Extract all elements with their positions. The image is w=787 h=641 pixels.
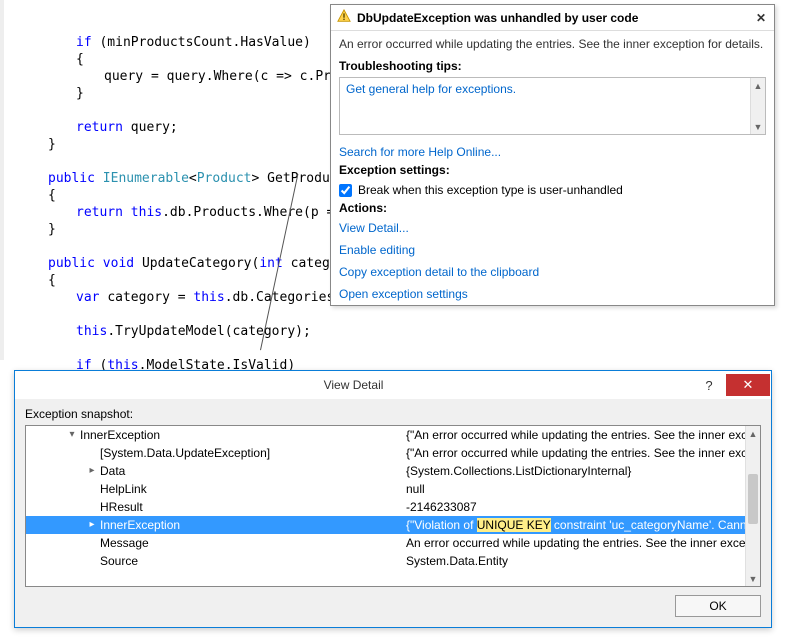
code-line[interactable]: this.TryUpdateModel(category); <box>8 323 787 340</box>
exception-title: DbUpdateException was unhandled by user … <box>357 11 748 25</box>
open-exception-settings-link[interactable]: Open exception settings <box>331 283 774 305</box>
tree-key: [System.Data.UpdateException] <box>100 444 270 462</box>
dialog-close-button[interactable]: ✕ <box>726 374 770 396</box>
tree-value: System.Data.Entity <box>406 552 745 570</box>
expander-icon[interactable]: ▸ <box>86 516 98 534</box>
tree-row-selected[interactable]: ▸InnerException {"Violation of UNIQUE KEY… <box>26 516 745 534</box>
tree-value: {"An error occurred while updating the e… <box>406 426 745 444</box>
exception-popup-header: DbUpdateException was unhandled by user … <box>331 5 774 31</box>
tree-row[interactable]: Source System.Data.Entity <box>26 552 745 570</box>
scroll-down-icon[interactable]: ▼ <box>746 571 760 586</box>
close-icon[interactable]: ✕ <box>754 11 768 25</box>
actions-block: View Detail... Enable editing Copy excep… <box>331 217 774 305</box>
exception-popup: DbUpdateException was unhandled by user … <box>330 4 775 306</box>
tips-link[interactable]: Get general help for exceptions. <box>340 78 522 100</box>
tree-value: {"Violation of UNIQUE KEY constraint 'uc… <box>406 516 745 534</box>
tree-value: {System.Collections.ListDictionaryIntern… <box>406 462 745 480</box>
exception-tree[interactable]: ▾InnerException{"An error occurred while… <box>25 425 761 587</box>
tree-row[interactable]: [System.Data.UpdateException] {"An error … <box>26 444 745 462</box>
code-line[interactable] <box>8 306 787 323</box>
highlighted-token: UNIQUE KEY <box>477 518 551 532</box>
dialog-titlebar[interactable]: View Detail ? ✕ <box>15 371 771 399</box>
troubleshooting-label: Troubleshooting tips: <box>331 59 774 75</box>
enable-editing-link[interactable]: Enable editing <box>331 239 774 261</box>
tree-key: HelpLink <box>100 480 147 498</box>
exception-setting-row: Break when this exception type is user-u… <box>331 179 774 201</box>
dialog-body: Exception snapshot: ▾InnerException{"An … <box>15 399 771 627</box>
tree-key: InnerException <box>80 426 160 444</box>
tips-scrollbar[interactable]: ▲ ▼ <box>750 78 765 134</box>
exception-settings-label: Exception settings: <box>331 163 774 179</box>
exception-message: An error occurred while updating the ent… <box>331 31 774 59</box>
snapshot-label: Exception snapshot: <box>25 407 761 421</box>
tree-row[interactable]: ▾InnerException {"An error occurred while… <box>26 426 745 444</box>
help-icon[interactable]: ? <box>692 374 726 396</box>
warning-icon <box>337 9 351 26</box>
tree-row[interactable]: Message An error occurred while updating … <box>26 534 745 552</box>
ok-button[interactable]: OK <box>675 595 761 617</box>
view-detail-dialog: View Detail ? ✕ Exception snapshot: ▾Inn… <box>14 370 772 628</box>
tree-key: Source <box>100 552 138 570</box>
code-margin <box>0 0 4 360</box>
expander-icon[interactable]: ▸ <box>86 462 98 480</box>
code-line[interactable] <box>8 340 787 357</box>
dialog-title: View Detail <box>15 378 692 392</box>
troubleshooting-tips-box: Get general help for exceptions. ▲ ▼ <box>339 77 766 135</box>
tree-value: {"An error occurred while updating the e… <box>406 444 745 462</box>
tree-key: Message <box>100 534 149 552</box>
tree-key: Data <box>100 462 125 480</box>
scroll-up-icon[interactable]: ▲ <box>746 426 760 441</box>
break-unhandled-label: Break when this exception type is user-u… <box>358 183 623 197</box>
view-detail-link[interactable]: View Detail... <box>331 217 774 239</box>
copy-exception-link[interactable]: Copy exception detail to the clipboard <box>331 261 774 283</box>
search-help-online-link[interactable]: Search for more Help Online... <box>331 141 774 163</box>
tree-value: An error occurred while updating the ent… <box>406 534 745 552</box>
tree-value: null <box>406 480 745 498</box>
tree-key: HResult <box>100 498 143 516</box>
tree-scrollbar[interactable]: ▲ ▼ <box>745 426 760 586</box>
break-unhandled-checkbox[interactable] <box>339 184 352 197</box>
scroll-down-icon[interactable]: ▼ <box>751 119 765 134</box>
tree-key: InnerException <box>100 516 180 534</box>
scroll-up-icon[interactable]: ▲ <box>751 78 765 93</box>
tree-row[interactable]: HResult -2146233087 <box>26 498 745 516</box>
actions-label: Actions: <box>331 201 774 217</box>
tree-value: -2146233087 <box>406 498 745 516</box>
expander-icon[interactable]: ▾ <box>66 426 78 444</box>
tree-row[interactable]: HelpLink null <box>26 480 745 498</box>
tree-row[interactable]: ▸Data {System.Collections.ListDictionaryI… <box>26 462 745 480</box>
scroll-thumb[interactable] <box>748 474 758 524</box>
